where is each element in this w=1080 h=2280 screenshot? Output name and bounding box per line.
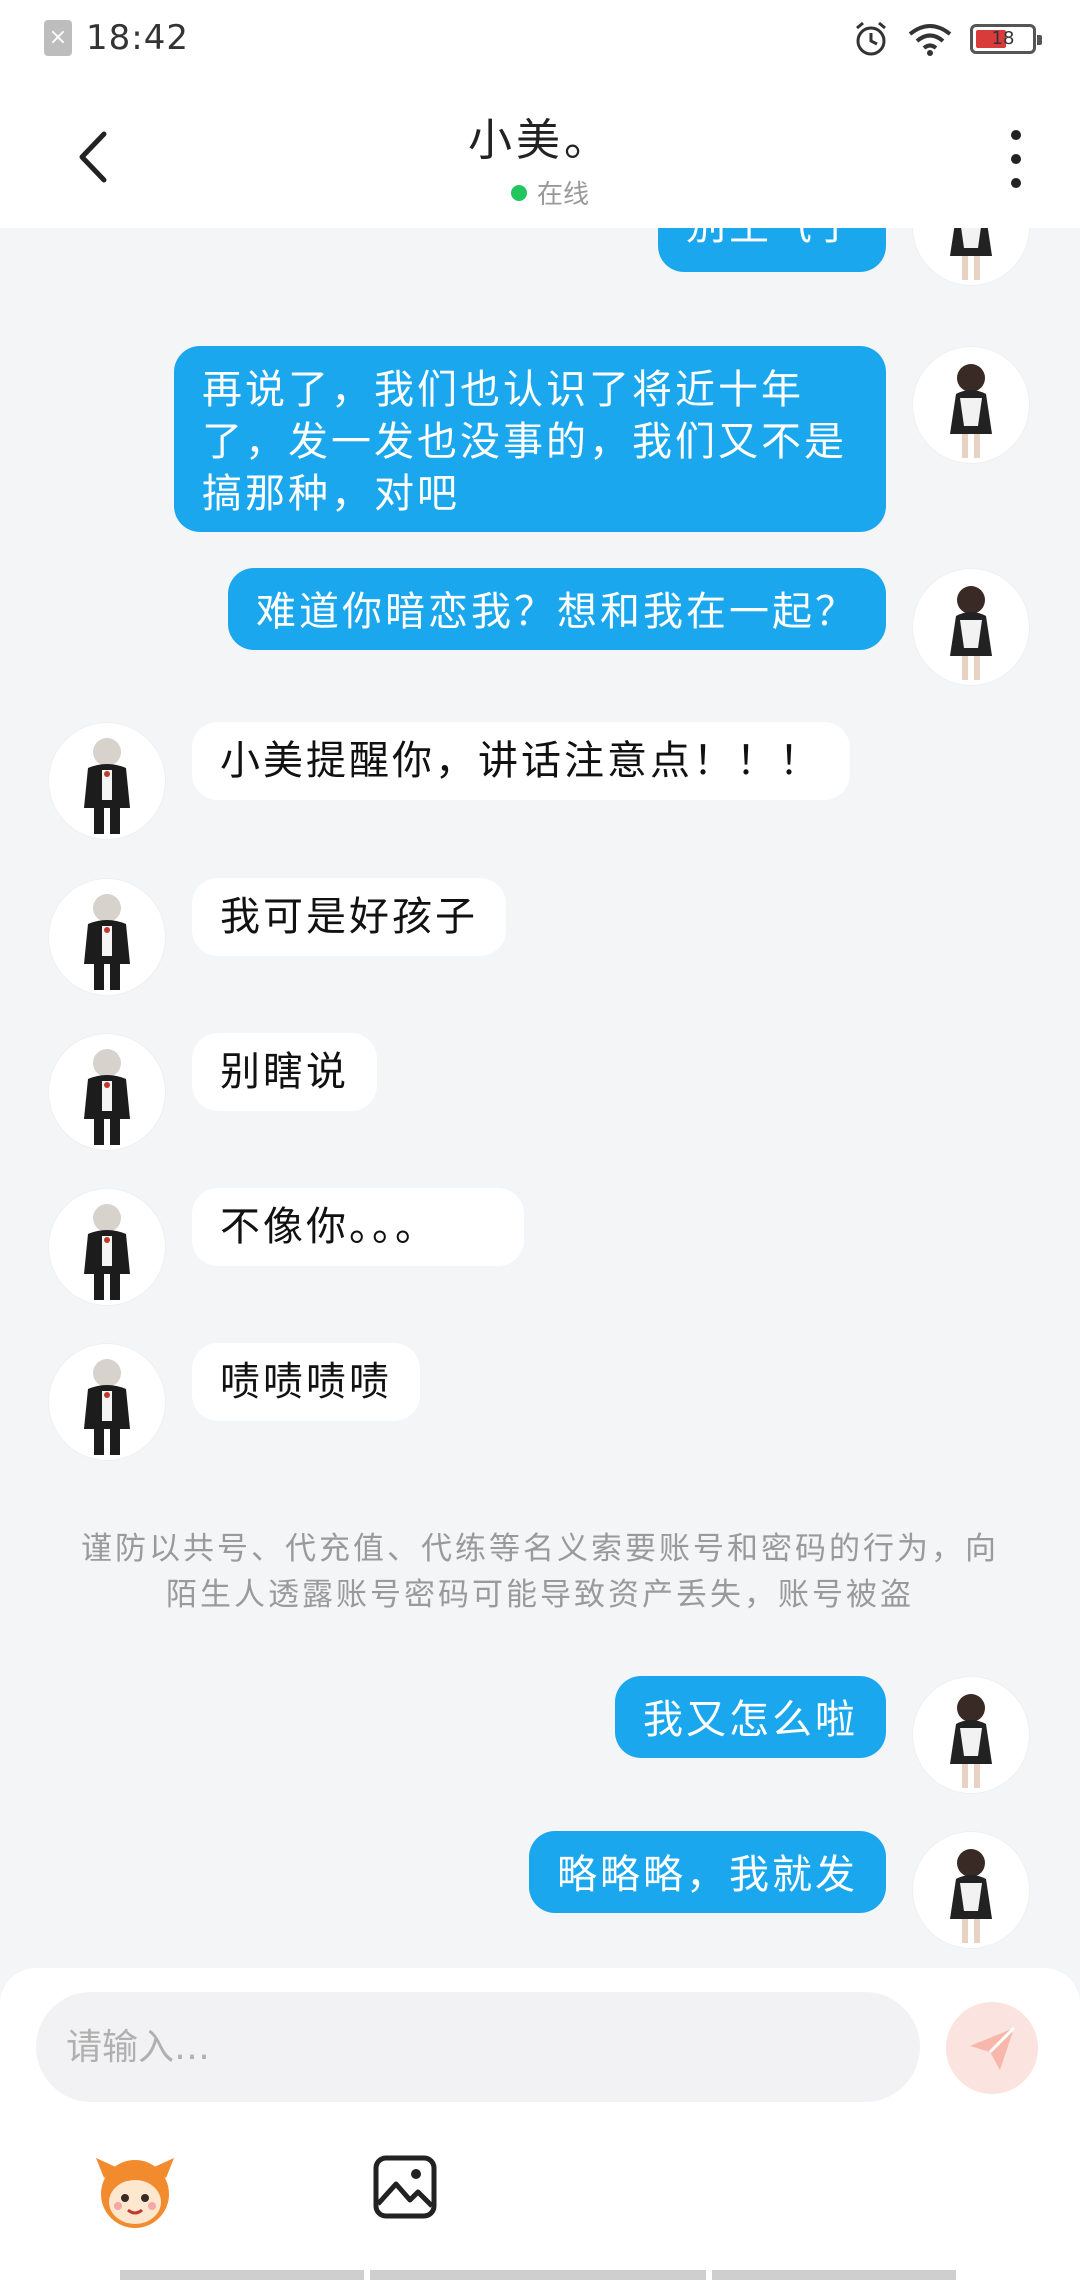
online-indicator <box>510 184 527 201</box>
message-list[interactable]: 别生气了 再说了，我们也认识了将近十年了，发一发也没事的，我们又不是搞那种，对吧… <box>0 228 1080 1968</box>
my-avatar[interactable] <box>912 568 1030 686</box>
message-bubble[interactable]: 我可是好孩子 <box>192 878 506 956</box>
my-avatar[interactable] <box>912 346 1030 464</box>
cartoon-face-icon <box>96 2158 174 2228</box>
bottom-indicator <box>120 2270 956 2280</box>
chat-header: 小美。 在线 <box>0 84 1080 228</box>
message-bubble[interactable]: 略略略，我就发 <box>529 1831 886 1913</box>
image-icon <box>373 2155 437 2219</box>
more-dot-icon <box>1011 178 1021 188</box>
contact-avatar[interactable] <box>48 722 166 840</box>
contact-avatar[interactable] <box>48 878 166 996</box>
contact-name: 小美。 <box>468 115 612 166</box>
sim-icon: × <box>44 20 72 56</box>
status-bar: × 18:42 18 <box>0 0 1080 84</box>
status-time: 18:42 <box>86 18 189 58</box>
online-status: 在线 <box>536 180 589 210</box>
my-avatar[interactable] <box>912 1676 1030 1794</box>
message-bubble[interactable]: 小美提醒你，讲话注意点！！！ <box>192 722 850 800</box>
message-bubble[interactable]: 再说了，我们也认识了将近十年了，发一发也没事的，我们又不是搞那种，对吧 <box>174 346 886 532</box>
contact-avatar[interactable] <box>48 1033 166 1151</box>
sticker-button[interactable] <box>92 2148 178 2234</box>
message-bubble[interactable]: 啧啧啧啧 <box>192 1343 420 1421</box>
send-icon <box>970 2026 1016 2070</box>
more-dot-icon <box>1011 154 1021 164</box>
battery-level: 18 <box>991 28 1015 49</box>
contact-avatar[interactable] <box>48 1343 166 1461</box>
message-bubble[interactable]: 我又怎么啦 <box>615 1676 886 1758</box>
image-button[interactable] <box>370 2152 440 2222</box>
composer <box>0 1968 1080 2280</box>
my-avatar[interactable] <box>912 228 1030 286</box>
message-bubble[interactable]: 别瞎说 <box>192 1033 377 1111</box>
my-avatar[interactable] <box>912 1831 1030 1949</box>
alarm-icon <box>856 21 886 56</box>
wifi-icon <box>908 24 952 56</box>
more-dot-icon <box>1011 130 1021 140</box>
more-options-button[interactable] <box>996 124 1036 194</box>
send-button[interactable] <box>946 2002 1038 2094</box>
safety-notice: 谨防以共号、代充值、代练等名义索要账号和密码的行为，向陌生人透露账号密码可能导致… <box>81 1531 999 1613</box>
message-bubble[interactable]: 不像你。。。 <box>192 1188 524 1266</box>
battery-icon: 18 <box>970 24 1042 54</box>
contact-avatar[interactable] <box>48 1188 166 1306</box>
message-bubble[interactable]: 难道你暗恋我？想和我在一起？ <box>228 568 886 650</box>
message-input[interactable] <box>36 1992 920 2102</box>
message-bubble[interactable]: 别生气了 <box>658 228 886 272</box>
